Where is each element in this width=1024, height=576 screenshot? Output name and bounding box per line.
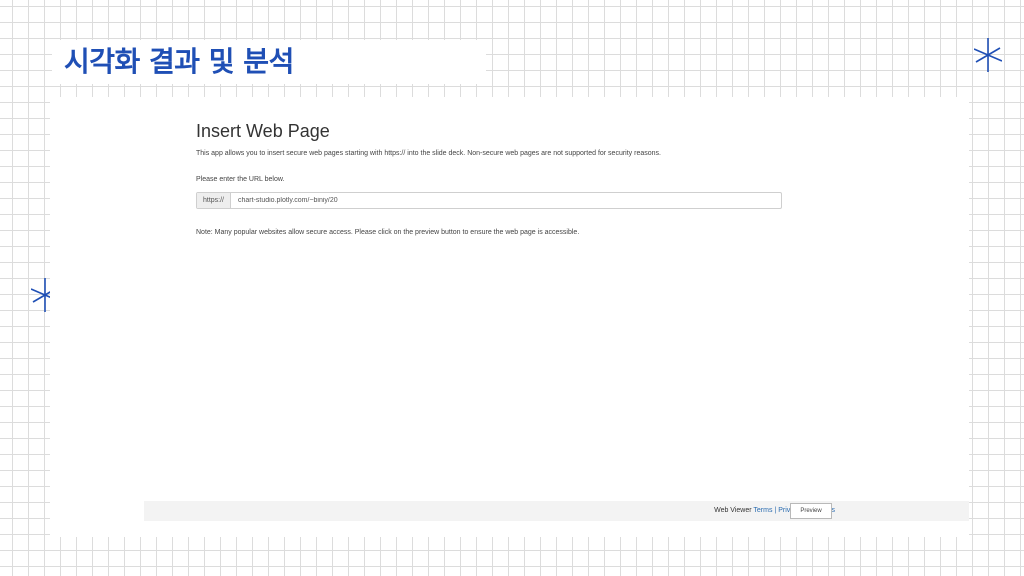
web-page-frame: Insert Web Page This app allows you to i… <box>50 97 969 537</box>
note-text: Note: Many popular websites allow secure… <box>196 229 580 236</box>
app-name: Web Viewer <box>714 507 752 514</box>
url-input-group: https:// <box>196 192 782 209</box>
link-separator: | <box>774 507 777 514</box>
app-description: This app allows you to insert secure web… <box>196 150 661 157</box>
url-prefix: https:// <box>197 193 231 208</box>
url-input[interactable] <box>231 193 781 208</box>
sparkle-icon <box>974 38 1002 72</box>
footer-bar: Web Viewer Terms | Privacy & Cookies Pre… <box>144 501 969 521</box>
terms-link[interactable]: Terms <box>753 507 772 514</box>
slide-title: 시각화 결과 및 분석 <box>64 45 294 78</box>
app-title: Insert Web Page <box>196 121 330 141</box>
url-label: Please enter the URL below. <box>196 176 285 183</box>
preview-button[interactable]: Preview <box>790 503 832 519</box>
